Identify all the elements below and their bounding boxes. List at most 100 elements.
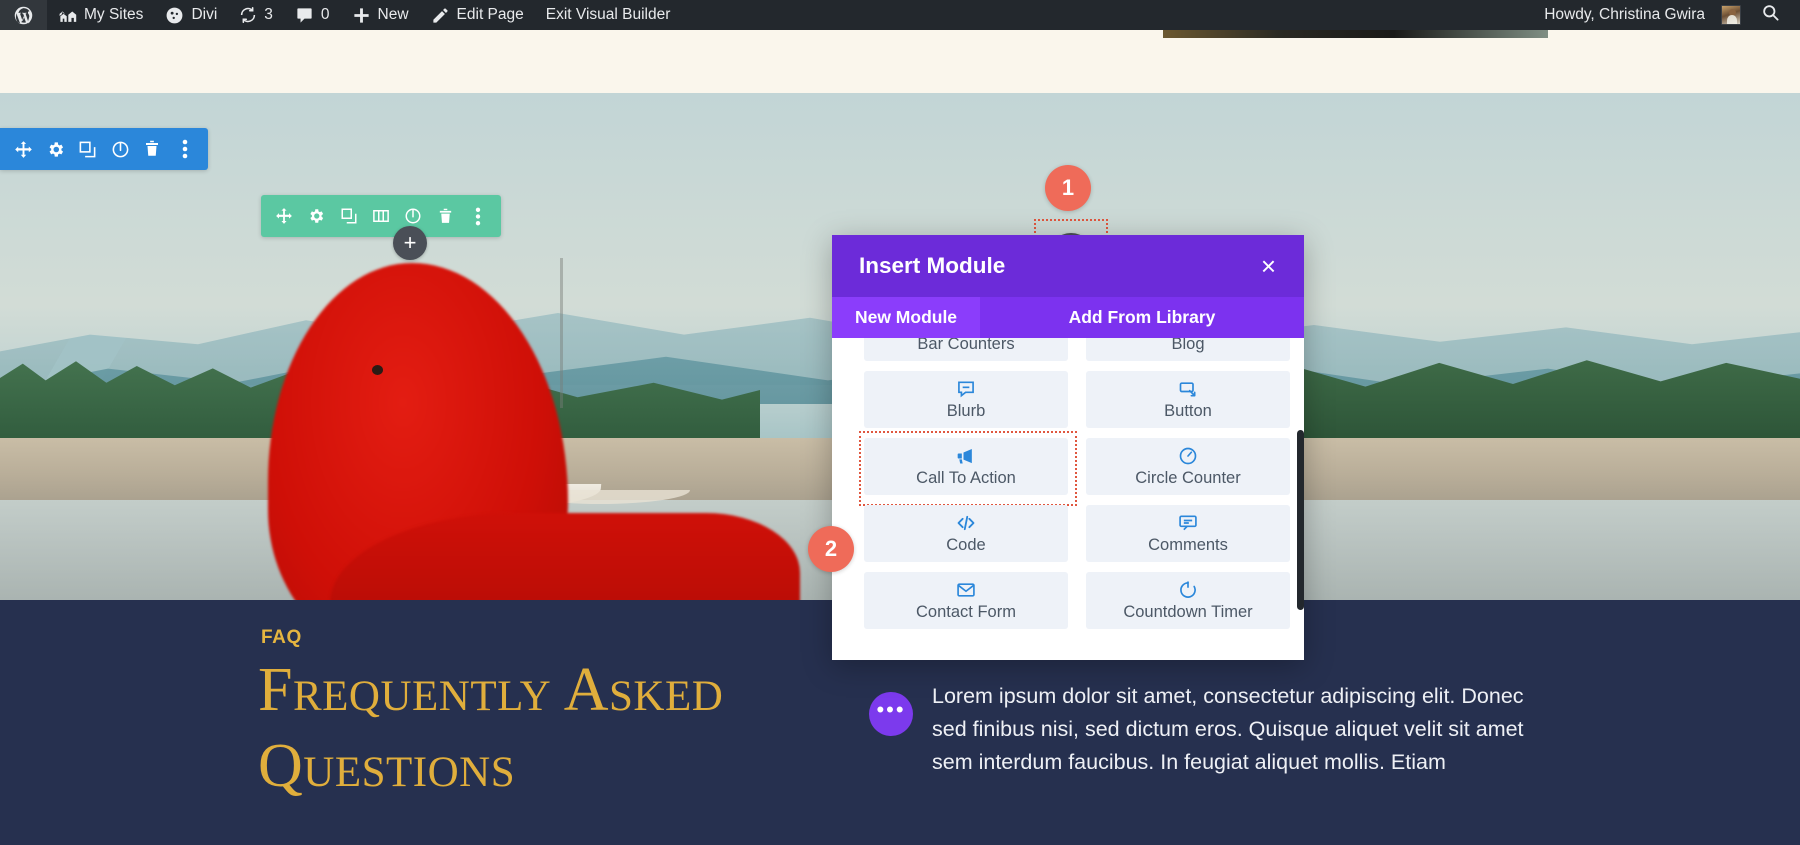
- module-card-label: Blog: [1171, 338, 1205, 353]
- blurb-icon: [956, 379, 976, 399]
- modal-body: Bar Counters Blog Blurb Button Call To A…: [832, 338, 1304, 660]
- plus-icon: [352, 6, 371, 25]
- admin-bar-left-group: My Sites Divi 3 0 New Edit Page Exit Vis…: [0, 0, 681, 30]
- modal-title: Insert Module: [859, 253, 1006, 278]
- insert-module-modal: Insert Module × New Module Add From Libr…: [832, 235, 1304, 660]
- admin-bar-item-new[interactable]: New: [341, 0, 420, 30]
- section-more-options-button[interactable]: [169, 128, 201, 170]
- comments-module-icon: [1178, 513, 1198, 533]
- admin-bar-item-edit-page[interactable]: Edit Page: [420, 0, 535, 30]
- section-disable-button[interactable]: [104, 128, 136, 170]
- row-toolbar[interactable]: [261, 195, 501, 237]
- close-icon[interactable]: ×: [1255, 249, 1282, 283]
- button-icon: [1178, 379, 1198, 399]
- module-card-label: Call To Action: [916, 468, 1016, 487]
- divi-icon: [165, 6, 184, 25]
- admin-bar-howdy-label: Howdy, Christina Gwira: [1544, 6, 1705, 23]
- module-card-label: Code: [946, 535, 986, 554]
- search-icon: [1761, 3, 1780, 22]
- wordpress-logo-icon: [13, 5, 34, 26]
- section-delete-button[interactable]: [136, 128, 168, 170]
- module-card-label: Comments: [1148, 535, 1228, 554]
- module-card-bar-counters[interactable]: Bar Counters: [864, 338, 1068, 361]
- section-toolbar[interactable]: [0, 128, 208, 170]
- pencil-icon: [431, 6, 450, 25]
- more-options-icon: [475, 207, 481, 226]
- admin-bar-right-group: Howdy, Christina Gwira: [1533, 0, 1800, 30]
- faq-title: Frequently Asked Questions: [258, 656, 724, 800]
- call-to-action-icon: [956, 446, 976, 466]
- module-card-blog[interactable]: Blog: [1086, 338, 1290, 361]
- disable-icon: [404, 207, 422, 225]
- section-settings-button[interactable]: [39, 128, 71, 170]
- admin-bar-comments-count: 0: [320, 6, 330, 23]
- module-card-call-to-action[interactable]: Call To Action: [859, 431, 1077, 506]
- module-card-circle-counter[interactable]: Circle Counter: [1086, 438, 1290, 495]
- admin-bar-my-sites-label: My Sites: [84, 6, 144, 23]
- row-more-options-button[interactable]: [462, 195, 494, 237]
- section-duplicate-button[interactable]: [72, 128, 104, 170]
- admin-bar-exit-vb-label: Exit Visual Builder: [545, 6, 671, 23]
- trash-icon: [143, 140, 161, 158]
- module-card-label: Blurb: [946, 401, 986, 420]
- module-card-label: Circle Counter: [1135, 468, 1241, 487]
- page-canvas: FAQ Frequently Asked Questions ••• Lorem…: [0, 30, 1800, 845]
- module-card-comments[interactable]: Comments: [1086, 505, 1290, 562]
- row-move-button[interactable]: [268, 195, 300, 237]
- admin-bar-item-exit-visual-builder[interactable]: Exit Visual Builder: [535, 0, 682, 30]
- hero-pole: [560, 258, 563, 408]
- trash-icon: [437, 208, 454, 225]
- columns-icon: [372, 207, 390, 225]
- faq-eyebrow: FAQ: [261, 627, 302, 648]
- admin-bar-edit-page-label: Edit Page: [456, 6, 524, 23]
- gear-icon: [46, 140, 65, 159]
- avatar: [1721, 5, 1741, 25]
- modal-tabs: New Module Add From Library: [832, 297, 1304, 338]
- admin-bar-wordpress-logo[interactable]: [0, 0, 47, 30]
- module-card-button[interactable]: Button: [1086, 371, 1290, 428]
- gear-icon: [307, 207, 325, 225]
- duplicate-icon: [78, 140, 97, 159]
- more-options-icon: [182, 139, 188, 159]
- step-badge-1: 1: [1045, 165, 1091, 211]
- admin-bar-item-divi[interactable]: Divi: [154, 0, 228, 30]
- module-card-blurb[interactable]: Blurb: [864, 371, 1068, 428]
- circle-counter-icon: [1178, 446, 1198, 466]
- tab-add-from-library[interactable]: Add From Library: [980, 297, 1304, 338]
- page-top-strip: [0, 30, 1800, 93]
- admin-bar-search-button[interactable]: [1745, 3, 1794, 27]
- move-icon: [275, 207, 293, 225]
- faq-bullet-icon: •••: [869, 692, 913, 736]
- module-grid: Bar Counters Blog Blurb Button Call To A…: [859, 338, 1290, 629]
- move-icon: [14, 140, 33, 159]
- module-card-contact-form[interactable]: Contact Form: [864, 572, 1068, 629]
- wp-admin-bar: My Sites Divi 3 0 New Edit Page Exit Vis…: [0, 0, 1800, 30]
- row-delete-button[interactable]: [429, 195, 461, 237]
- section-move-button[interactable]: [7, 128, 39, 170]
- row-settings-button[interactable]: [300, 195, 332, 237]
- admin-bar-item-my-sites[interactable]: My Sites: [47, 0, 154, 30]
- admin-bar-my-account[interactable]: Howdy, Christina Gwira: [1533, 0, 1745, 30]
- contact-form-icon: [956, 580, 976, 600]
- header-image-sliver: [1163, 30, 1548, 38]
- module-card-countdown-timer[interactable]: Countdown Timer: [1086, 572, 1290, 629]
- code-icon: [955, 513, 977, 533]
- countdown-timer-icon: [1178, 580, 1198, 600]
- modal-scrollbar[interactable]: [1297, 430, 1304, 610]
- step-badge-2: 2: [808, 526, 854, 572]
- admin-bar-new-label: New: [377, 6, 409, 23]
- row-columns-button[interactable]: [365, 195, 397, 237]
- module-card-label: Bar Counters: [917, 338, 1015, 353]
- module-card-code[interactable]: Code: [864, 505, 1068, 562]
- admin-bar-item-updates[interactable]: 3: [228, 0, 284, 30]
- tab-new-module[interactable]: New Module: [832, 297, 980, 338]
- module-card-label: Button: [1164, 401, 1212, 420]
- module-card-label: Contact Form: [916, 602, 1016, 621]
- faq-paragraph: Lorem ipsum dolor sit amet, consectetur …: [932, 684, 1524, 774]
- admin-bar-updates-count: 3: [264, 6, 273, 23]
- row-duplicate-button[interactable]: [333, 195, 365, 237]
- comments-icon: [295, 6, 314, 25]
- admin-bar-item-comments[interactable]: 0: [284, 0, 341, 30]
- module-card-label: Countdown Timer: [1123, 602, 1253, 621]
- add-row-button[interactable]: +: [393, 226, 427, 260]
